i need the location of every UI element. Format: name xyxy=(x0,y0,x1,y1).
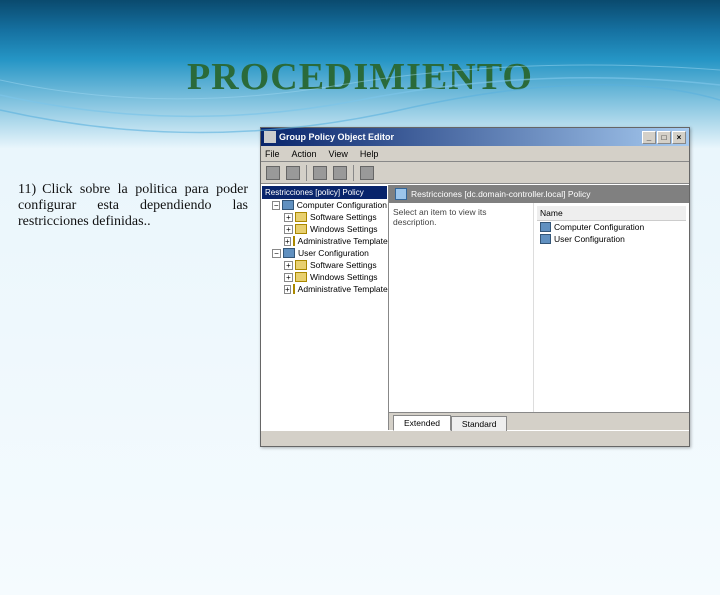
expand-toggle[interactable]: + xyxy=(284,261,293,270)
tree-item-label: User Configuration xyxy=(298,248,369,258)
help-button[interactable] xyxy=(358,164,376,182)
gpo-editor-window: Group Policy Object Editor _ □ × File Ac… xyxy=(260,127,690,447)
step-number: 11) xyxy=(18,182,36,198)
folder-icon xyxy=(295,272,307,282)
tree-item-label: Administrative Templates xyxy=(298,284,389,294)
tree-item[interactable]: + Software Settings xyxy=(262,259,387,271)
minimize-button[interactable]: _ xyxy=(642,131,656,144)
toolbar xyxy=(261,162,689,184)
expand-toggle[interactable]: − xyxy=(272,249,281,258)
tree-pane[interactable]: Restricciones [policy] Policy − Computer … xyxy=(261,185,389,430)
name-column-header[interactable]: Name xyxy=(537,206,686,221)
tree-item[interactable]: + Administrative Templates xyxy=(262,235,387,247)
tab-bar: Extended Standard xyxy=(389,412,689,430)
expand-toggle[interactable]: − xyxy=(272,201,280,210)
up-button[interactable] xyxy=(311,164,329,182)
window-title: Group Policy Object Editor xyxy=(279,132,641,142)
menu-view[interactable]: View xyxy=(329,149,348,159)
statusbar xyxy=(261,430,689,446)
back-icon xyxy=(266,166,280,180)
tab-extended[interactable]: Extended xyxy=(393,415,451,431)
content-header: Restricciones [dc.domain-controller.loca… xyxy=(389,185,689,203)
config-icon xyxy=(540,234,551,244)
tree-root[interactable]: Restricciones [policy] Policy xyxy=(262,186,387,199)
tree-item[interactable]: + Software Settings xyxy=(262,211,387,223)
policy-icon xyxy=(395,188,407,200)
list-item[interactable]: Computer Configuration xyxy=(537,221,686,233)
tree-item[interactable]: − User Configuration xyxy=(262,247,387,259)
tree-item-label: Software Settings xyxy=(310,260,377,270)
menu-action[interactable]: Action xyxy=(292,149,317,159)
tree-item[interactable]: + Windows Settings xyxy=(262,271,387,283)
app-icon xyxy=(264,131,276,143)
tab-standard[interactable]: Standard xyxy=(451,416,508,431)
toolbar-separator xyxy=(353,165,354,181)
config-icon xyxy=(282,200,293,210)
content-header-text: Restricciones [dc.domain-controller.loca… xyxy=(411,189,591,199)
toolbar-separator xyxy=(306,165,307,181)
forward-icon xyxy=(286,166,300,180)
description-column: Select an item to view its description. xyxy=(389,203,534,412)
content-pane: Restricciones [dc.domain-controller.loca… xyxy=(389,185,689,430)
menu-help[interactable]: Help xyxy=(360,149,379,159)
step-instruction: 11) Click sobre la politica para poder c… xyxy=(18,127,248,447)
list-item-label: Computer Configuration xyxy=(554,222,644,232)
config-icon xyxy=(540,222,551,232)
tree-item-label: Windows Settings xyxy=(310,272,378,282)
slide-title: PROCEDIMIENTO xyxy=(0,55,720,99)
tree-item[interactable]: − Computer Configuration xyxy=(262,199,387,211)
up-icon xyxy=(313,166,327,180)
close-button[interactable]: × xyxy=(672,131,686,144)
folder-icon xyxy=(293,284,295,294)
tree-item[interactable]: + Administrative Templates xyxy=(262,283,387,295)
list-item-label: User Configuration xyxy=(554,234,625,244)
back-button[interactable] xyxy=(264,164,282,182)
tree-item-label: Computer Configuration xyxy=(297,200,387,210)
expand-toggle[interactable]: + xyxy=(284,225,293,234)
config-icon xyxy=(283,248,295,258)
properties-button[interactable] xyxy=(331,164,349,182)
tree-item[interactable]: + Windows Settings xyxy=(262,223,387,235)
help-icon xyxy=(360,166,374,180)
list-item[interactable]: User Configuration xyxy=(537,233,686,245)
expand-toggle[interactable]: + xyxy=(284,213,293,222)
tree-item-label: Software Settings xyxy=(310,212,377,222)
expand-toggle[interactable]: + xyxy=(284,285,291,294)
tree-item-label: Windows Settings xyxy=(310,224,378,234)
folder-icon xyxy=(295,212,307,222)
expand-toggle[interactable]: + xyxy=(284,237,291,246)
titlebar[interactable]: Group Policy Object Editor _ □ × xyxy=(261,128,689,146)
step-text: Click sobre la politica para poder confi… xyxy=(18,182,248,229)
maximize-button[interactable]: □ xyxy=(657,131,671,144)
name-column: Name Computer Configuration User Configur… xyxy=(534,203,689,412)
folder-icon xyxy=(295,224,307,234)
menubar: File Action View Help xyxy=(261,146,689,162)
menu-file[interactable]: File xyxy=(265,149,280,159)
properties-icon xyxy=(333,166,347,180)
tree-item-label: Administrative Templates xyxy=(298,236,389,246)
forward-button[interactable] xyxy=(284,164,302,182)
folder-icon xyxy=(295,260,307,270)
folder-icon xyxy=(293,236,295,246)
expand-toggle[interactable]: + xyxy=(284,273,293,282)
